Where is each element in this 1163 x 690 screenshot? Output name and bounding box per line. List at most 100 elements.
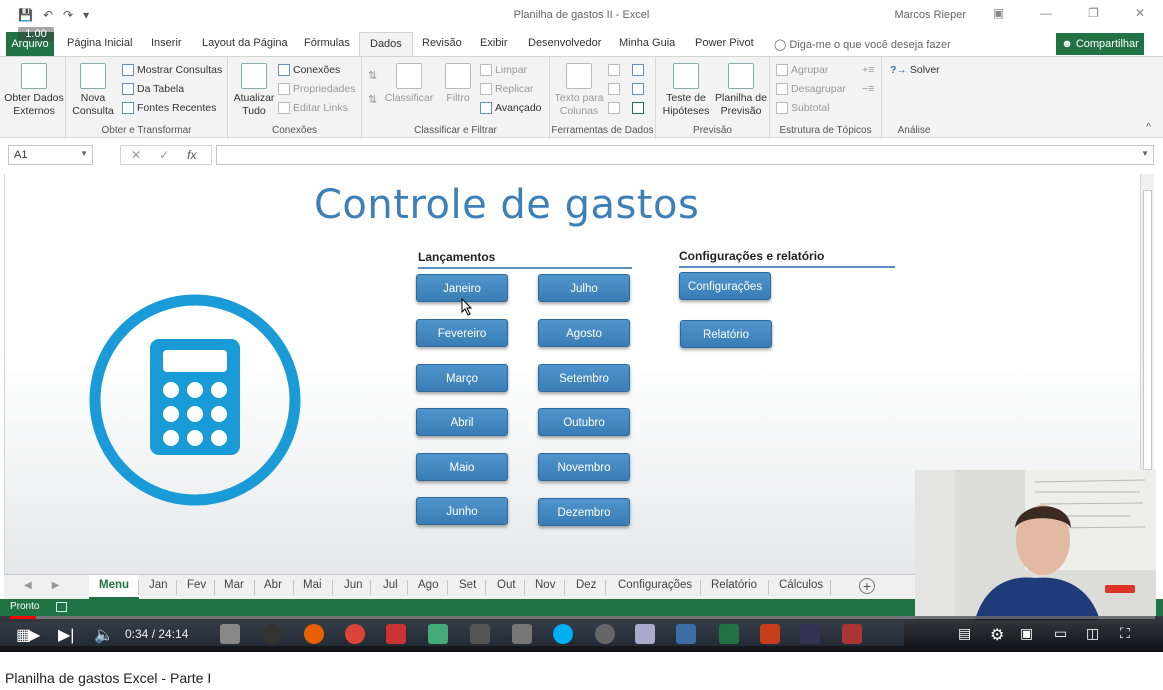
flash-fill-icon[interactable] [608,64,620,76]
sheet-tab-calculos[interactable]: Cálculos [779,579,823,591]
minimize-icon[interactable]: — [1040,6,1052,20]
sheet-tab-jan[interactable]: Jan [149,579,168,591]
sort-az-icon[interactable]: ⇅ [368,69,377,82]
sheet-tab-ago[interactable]: Ago [418,579,438,591]
app-icon[interactable] [262,624,282,644]
sheet-tab-abr[interactable]: Abr [264,579,282,591]
sheet-tab-dez[interactable]: Dez [576,579,596,591]
sheet-tab-set[interactable]: Set [459,579,476,591]
progress-bar[interactable] [10,616,1155,619]
scroll-thumb[interactable] [1143,190,1152,470]
powerpoint-icon[interactable] [760,624,780,644]
app-icon-2[interactable] [428,624,448,644]
app-icon-3[interactable] [470,624,490,644]
tab-review[interactable]: Revisão [422,37,462,49]
sort-button[interactable]: Classificar [384,63,434,105]
data-validation-icon[interactable] [608,102,620,114]
forecast-sheet-button[interactable]: Planilha de Previsão [714,63,768,118]
sort-za-icon[interactable]: ⇅ [368,93,377,106]
theater-mode-icon[interactable]: ▭ [1054,625,1067,642]
config-button[interactable]: Configurações [679,272,771,300]
sheet-tab-nov[interactable]: Nov [535,579,555,591]
subtitles-icon[interactable]: ▤ [958,625,971,642]
macro-record-icon[interactable] [56,602,67,612]
month-button-dezembro[interactable]: Dezembro [538,498,630,526]
tab-power-pivot[interactable]: Power Pivot [695,37,754,49]
cast-icon[interactable]: ◫ [1086,625,1099,642]
tab-view[interactable]: Exibir [480,37,508,49]
enter-icon[interactable]: ✓ [159,148,169,162]
sheet-tab-mai[interactable]: Mai [303,579,322,591]
tab-my-tab[interactable]: Minha Guia [619,37,675,49]
share-button[interactable]: ☻ Compartilhar [1056,33,1144,55]
cancel-icon[interactable]: ✕ [131,148,141,162]
get-external-data-button[interactable]: Obter Dados Externos [4,63,64,118]
sheet-tab-out[interactable]: Out [497,579,516,591]
month-button-maio[interactable]: Maio [416,453,508,481]
edit-links-button[interactable]: Editar Links [278,102,348,114]
ungroup-button[interactable]: Desagrupar [776,83,846,95]
sheet-tab-menu[interactable]: Menu [89,575,140,599]
text-to-columns-button[interactable]: Texto para Colunas [554,63,604,118]
firefox-icon[interactable] [304,624,324,644]
app-icon-4[interactable] [512,624,532,644]
tell-me-box[interactable]: ◯ Diga-me o que você deseja fazer [774,38,951,51]
close-icon[interactable]: ✕ [1135,6,1145,20]
from-table-button[interactable]: Da Tabela [122,83,184,95]
connections-button[interactable]: Conexões [278,64,340,76]
report-button[interactable]: Relatório [680,320,772,348]
store-icon[interactable] [220,624,240,644]
recent-sources-button[interactable]: Fontes Recentes [122,102,216,114]
tab-insert[interactable]: Inserir [151,37,182,49]
sheet-tab-jul[interactable]: Jul [383,579,398,591]
insert-function-icon[interactable]: fx [187,148,196,162]
excel-icon[interactable] [719,624,739,644]
show-detail-icon[interactable]: +≡ [862,64,874,76]
play-icon[interactable]: ▶ [28,625,40,645]
month-button-abril[interactable]: Abril [416,408,508,436]
tab-data[interactable]: Dados [359,32,413,57]
access-icon[interactable] [842,624,862,644]
what-if-button[interactable]: Teste de Hipóteses [658,63,714,118]
month-button-setembro[interactable]: Setembro [538,364,630,392]
month-button-outubro[interactable]: Outubro [538,408,630,436]
month-button-fevereiro[interactable]: Fevereiro [416,319,508,347]
tab-formulas[interactable]: Fórmulas [304,37,350,49]
ribbon-display-icon[interactable]: ▣ [993,6,1004,20]
settings-gear-icon[interactable]: ⚙ [990,625,1004,645]
manage-data-model-icon[interactable] [632,102,644,114]
restore-icon[interactable]: ❐ [1088,6,1099,20]
user-name[interactable]: Marcos Rieper [894,9,966,21]
add-sheet-icon[interactable]: + [859,578,875,594]
sheet-tab-configuracoes[interactable]: Configurações [618,579,692,591]
month-button-marco[interactable]: Março [416,364,508,392]
app-icon-8[interactable] [800,624,820,644]
app-icon-6[interactable] [635,624,655,644]
app-icon-7[interactable] [676,624,696,644]
prev-sheet-icon[interactable]: ◀ [24,580,32,591]
volume-icon[interactable]: 🔈 [94,625,114,645]
month-button-novembro[interactable]: Novembro [538,453,630,481]
sheet-tab-relatorio[interactable]: Relatório [711,579,757,591]
properties-button[interactable]: Propriedades [278,83,355,95]
remove-duplicates-icon[interactable] [608,83,620,95]
app-icon-5[interactable] [595,624,615,644]
refresh-all-button[interactable]: Atualizar Tudo [232,63,276,118]
sheet-tab-mar[interactable]: Mar [224,579,244,591]
tab-home[interactable]: Página Inicial [67,37,132,49]
expand-formula-icon[interactable]: ▼ [1141,149,1149,158]
new-query-button[interactable]: Nova Consulta [68,63,118,118]
miniplayer-icon[interactable]: ▣ [1020,625,1033,642]
collapse-ribbon-icon[interactable]: ^ [1146,122,1151,133]
next-sheet-icon[interactable]: ▶ [52,580,60,591]
tab-page-layout[interactable]: Layout da Página [202,37,288,49]
skype-icon[interactable] [553,624,573,644]
solver-button[interactable]: ?→ Solver [890,64,940,76]
show-queries-button[interactable]: Mostrar Consultas [122,64,222,76]
sheet-tab-jun[interactable]: Jun [344,579,363,591]
tab-developer[interactable]: Desenvolvedor [528,37,601,49]
month-button-agosto[interactable]: Agosto [538,319,630,347]
month-button-julho[interactable]: Julho [538,274,630,302]
name-box[interactable]: A1 ▼ [8,145,93,165]
sheet-tab-fev[interactable]: Fev [187,579,206,591]
